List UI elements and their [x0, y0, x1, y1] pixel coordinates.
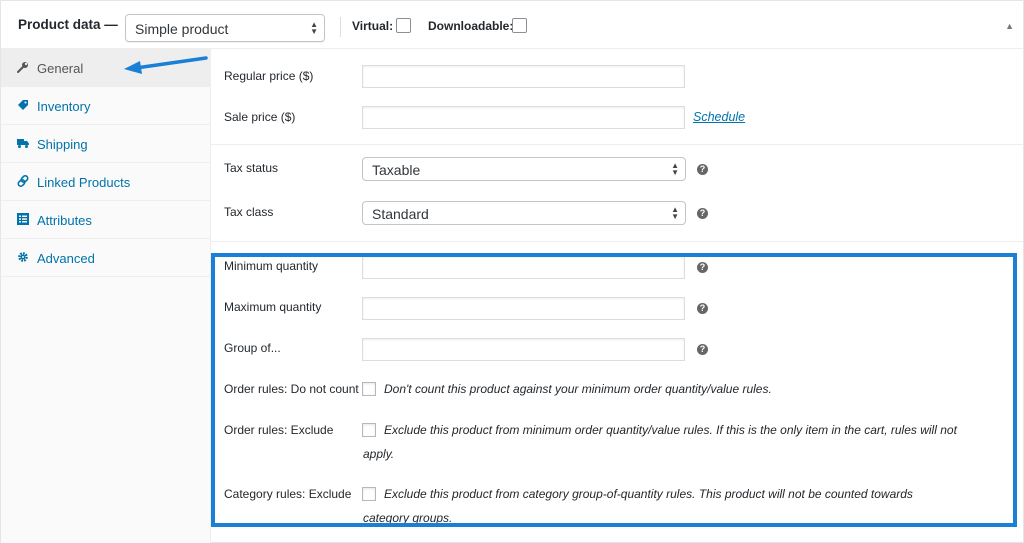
tab-attributes-label: Attributes	[37, 213, 92, 228]
product-type-select[interactable]: Simple product ▲ ▼	[125, 14, 325, 42]
downloadable-checkbox[interactable]	[512, 18, 527, 33]
tab-shipping-label: Shipping	[37, 137, 88, 152]
select-arrows-icon: ▲ ▼	[671, 161, 679, 177]
order-rules-do-not-count-label: Order rules: Do not count	[224, 382, 359, 396]
category-rules-exclude-description-cont: category groups.	[363, 511, 453, 525]
order-rules-exclude-label: Order rules: Exclude	[224, 423, 334, 437]
order-rules-exclude-description: Exclude this product from minimum order …	[384, 423, 957, 437]
truck-icon	[17, 139, 29, 148]
link-icon	[17, 175, 29, 187]
virtual-label: Virtual:	[352, 19, 394, 33]
product-type-value: Simple product	[135, 21, 229, 37]
downloadable-label: Downloadable:	[428, 19, 514, 33]
order-rules-exclude-checkbox[interactable]	[362, 423, 376, 437]
tab-advanced-label: Advanced	[37, 251, 95, 266]
tab-inventory-label: Inventory	[37, 99, 91, 114]
tab-general-label: General	[37, 61, 84, 76]
tab-inventory[interactable]: Inventory	[1, 87, 210, 125]
tab-linked-products-label: Linked Products	[37, 175, 131, 190]
wrench-icon	[17, 62, 28, 73]
sale-price-input[interactable]	[362, 106, 685, 129]
general-options-panel: Regular price ($) Sale price ($) Schedul…	[211, 49, 1023, 543]
tax-class-label: Tax class	[224, 205, 274, 219]
section-divider	[211, 241, 1023, 242]
sale-price-label: Sale price ($)	[224, 110, 296, 124]
tab-attributes[interactable]: Attributes	[1, 201, 210, 239]
tab-linked-products[interactable]: Linked Products	[1, 163, 210, 201]
regular-price-input[interactable]	[362, 65, 685, 88]
order-rules-exclude-description-cont: apply.	[363, 447, 395, 461]
panel-title: Product data —	[18, 17, 118, 32]
tag-icon	[18, 100, 28, 110]
product-data-tabs: General Inventory Shipping Linked Produc…	[1, 49, 211, 543]
help-icon[interactable]: ?	[697, 164, 708, 175]
help-icon[interactable]: ?	[697, 262, 708, 273]
maximum-quantity-input[interactable]	[362, 297, 685, 320]
header-divider	[340, 17, 341, 37]
list-icon	[17, 213, 29, 225]
tax-status-value: Taxable	[372, 162, 421, 178]
category-rules-exclude-checkbox[interactable]	[362, 487, 376, 501]
select-arrows-icon: ▲ ▼	[310, 20, 318, 36]
virtual-checkbox[interactable]	[396, 18, 411, 33]
help-icon[interactable]: ?	[697, 303, 708, 314]
minimum-quantity-label: Minimum quantity	[224, 259, 319, 273]
order-rules-do-not-count-checkbox[interactable]	[362, 382, 376, 396]
tax-class-select[interactable]: Standard ▲ ▼	[362, 201, 686, 225]
section-divider	[211, 144, 1023, 145]
tax-class-value: Standard	[372, 206, 429, 222]
annotation-arrow-icon	[124, 56, 208, 74]
panel-header: Product data — Simple product ▲ ▼ Virtual…	[1, 1, 1023, 49]
tab-advanced[interactable]: Advanced	[1, 239, 210, 277]
collapse-toggle-icon[interactable]: ▲	[1005, 21, 1014, 31]
minimum-quantity-input[interactable]	[362, 256, 685, 279]
tab-shipping[interactable]: Shipping	[1, 125, 210, 163]
gear-icon	[18, 252, 28, 262]
group-of-label: Group of...	[224, 341, 281, 355]
group-of-input[interactable]	[362, 338, 685, 361]
select-arrows-icon: ▲ ▼	[671, 205, 679, 221]
product-data-panel: Product data — Simple product ▲ ▼ Virtual…	[0, 0, 1024, 543]
tax-status-label: Tax status	[224, 161, 279, 175]
help-icon[interactable]: ?	[697, 208, 708, 219]
schedule-link[interactable]: Schedule	[693, 110, 745, 124]
category-rules-exclude-description: Exclude this product from category group…	[384, 487, 913, 501]
tax-status-select[interactable]: Taxable ▲ ▼	[362, 157, 686, 181]
category-rules-exclude-label: Category rules: Exclude	[224, 487, 352, 501]
regular-price-label: Regular price ($)	[224, 69, 314, 83]
maximum-quantity-label: Maximum quantity	[224, 300, 322, 314]
help-icon[interactable]: ?	[697, 344, 708, 355]
order-rules-do-not-count-description: Don't count this product against your mi…	[384, 382, 772, 396]
